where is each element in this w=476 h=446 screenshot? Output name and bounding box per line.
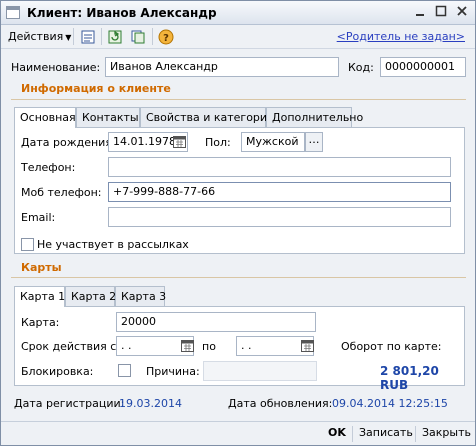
card-number-field[interactable]: 20000 xyxy=(116,312,316,332)
toolbar-separator xyxy=(152,28,153,45)
tab-card-3[interactable]: Карта 3 xyxy=(115,286,166,306)
footer-separator xyxy=(415,426,416,442)
parent-link[interactable]: <Родитель не задан> xyxy=(337,30,465,43)
validity-label: Срок действия с: xyxy=(21,340,121,353)
toolbar: Действия ▼ ? <Родитель не задан> xyxy=(1,25,475,49)
mobile-label: Моб телефон: xyxy=(21,186,102,199)
gender-select-button[interactable]: … xyxy=(305,132,323,152)
code-label: Код: xyxy=(348,61,374,74)
update-date-value: 09.04.2014 12:25:15 xyxy=(332,397,448,410)
cards-title: Карты xyxy=(21,261,62,274)
dropdown-arrow-icon: ▼ xyxy=(65,33,72,42)
tab-contacts[interactable]: Контакты xyxy=(76,107,140,127)
actions-label: Действия xyxy=(8,30,64,43)
phone-field[interactable] xyxy=(108,157,451,177)
client-info-title: Информация о клиенте xyxy=(21,82,171,95)
help-icon[interactable]: ? xyxy=(157,28,175,46)
registration-date-value: 19.03.2014 xyxy=(119,397,182,410)
update-date-label: Дата обновления: xyxy=(228,397,333,410)
validity-to-label: по xyxy=(202,340,216,353)
calendar-icon[interactable] xyxy=(181,339,195,353)
code-field[interactable]: 0000000001 xyxy=(380,57,466,77)
turnover-value: 2 801,20 RUB xyxy=(380,364,439,392)
toolbar-separator xyxy=(101,28,102,45)
birth-date-label: Дата рождения: xyxy=(21,136,116,149)
copy-icon[interactable] xyxy=(129,28,147,46)
gender-label: Пол: xyxy=(205,136,231,149)
window-title: Клиент: Иванов Александр xyxy=(27,6,217,20)
refresh-icon[interactable] xyxy=(106,28,124,46)
tab-properties[interactable]: Свойства и категории xyxy=(140,107,274,127)
mailing-label: Не участвует в рассылках xyxy=(37,238,189,251)
client-info-panel: Дата рождения: 14.01.1978 Пол: Мужской …… xyxy=(14,127,465,254)
maximize-icon[interactable] xyxy=(433,5,449,20)
close-button[interactable]: Закрыть xyxy=(422,426,471,439)
form-icon xyxy=(6,6,20,19)
client-form-window: Клиент: Иванов Александр Действия ▼ ? <Р… xyxy=(0,0,476,446)
toolbar-separator xyxy=(73,28,74,45)
tab-main[interactable]: Основная xyxy=(14,107,76,128)
go-to-list-icon[interactable] xyxy=(79,28,97,46)
section-divider xyxy=(11,99,466,100)
email-label: Email: xyxy=(21,211,56,224)
block-checkbox[interactable] xyxy=(118,364,131,377)
ok-button[interactable]: OK xyxy=(328,426,346,439)
save-button[interactable]: Записать xyxy=(359,426,413,439)
name-field[interactable]: Иванов Александр xyxy=(105,57,339,77)
turnover-label: Оборот по карте: xyxy=(341,340,442,353)
help-glyph: ? xyxy=(163,33,169,44)
name-label: Наименование: xyxy=(11,61,101,74)
title-bar: Клиент: Иванов Александр xyxy=(1,1,475,25)
block-label: Блокировка: xyxy=(21,365,94,378)
card-label: Карта: xyxy=(21,316,60,329)
footer-separator xyxy=(352,426,353,442)
footer-bar: OK Записать Закрыть xyxy=(1,421,475,445)
reason-field[interactable] xyxy=(203,361,317,381)
mobile-field[interactable]: +7-999-888-77-66 xyxy=(108,182,451,202)
section-divider xyxy=(11,277,466,278)
email-field[interactable] xyxy=(108,207,451,227)
actions-menu-button[interactable]: Действия ▼ xyxy=(8,30,71,43)
minimize-icon[interactable] xyxy=(412,5,428,20)
mailing-checkbox[interactable] xyxy=(21,238,34,251)
calendar-icon[interactable] xyxy=(301,339,315,353)
reason-label: Причина: xyxy=(146,365,200,378)
tab-card-2[interactable]: Карта 2 xyxy=(65,286,116,306)
close-icon[interactable] xyxy=(454,5,470,20)
tab-card-1[interactable]: Карта 1 xyxy=(14,286,65,307)
phone-label: Телефон: xyxy=(21,161,76,174)
gender-field[interactable]: Мужской xyxy=(241,132,305,152)
client-info-tabs: Основная Контакты Свойства и категории Д… xyxy=(14,107,464,128)
cards-tabs: Карта 1 Карта 2 Карта 3 xyxy=(14,286,464,307)
tab-additional[interactable]: Дополнительно xyxy=(266,107,363,127)
calendar-icon[interactable] xyxy=(173,135,187,149)
cards-panel: Карта: 20000 Срок действия с: . . по . .… xyxy=(14,306,465,392)
registration-date-label: Дата регистрации: xyxy=(14,397,125,410)
